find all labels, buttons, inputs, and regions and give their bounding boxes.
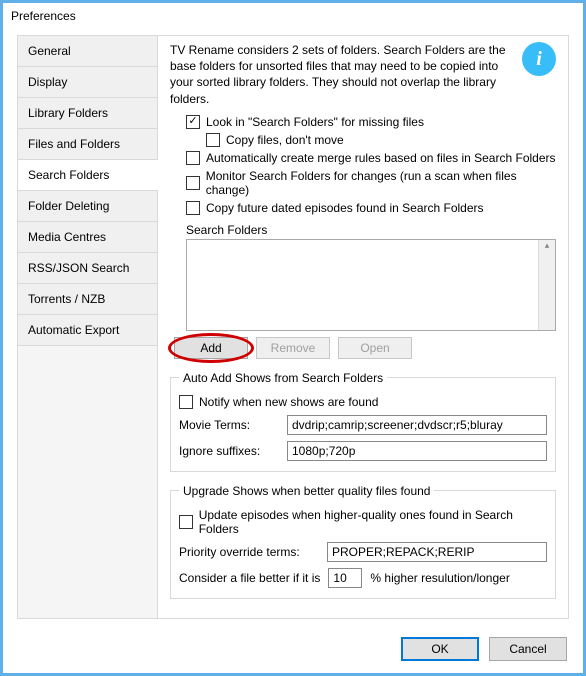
fieldset-auto-add: Auto Add Shows from Search Folders Notif… (170, 371, 556, 472)
checkbox-auto-merge-label: Automatically create merge rules based o… (206, 151, 556, 165)
checkbox-copy-dont-move-label: Copy files, don't move (226, 133, 344, 147)
tab-media-centres[interactable]: Media Centres (18, 222, 157, 253)
legend-upgrade: Upgrade Shows when better quality files … (179, 484, 434, 498)
tab-library-folders[interactable]: Library Folders (18, 98, 157, 129)
checkbox-copy-dont-move[interactable] (206, 133, 220, 147)
remove-button[interactable]: Remove (256, 337, 330, 359)
cancel-button[interactable]: Cancel (489, 637, 567, 661)
tab-strip: General Display Library Folders Files an… (18, 36, 158, 618)
dialog-footer: OK Cancel (401, 637, 567, 661)
tab-search-folders[interactable]: Search Folders (18, 160, 157, 191)
tab-rss-json-search[interactable]: RSS/JSON Search (18, 253, 157, 284)
checkbox-look-in-label: Look in "Search Folders" for missing fil… (206, 115, 424, 129)
checkbox-auto-merge[interactable] (186, 151, 200, 165)
search-folders-label: Search Folders (186, 223, 556, 237)
consider-prefix: Consider a file better if it is (179, 571, 320, 585)
scroll-up-icon[interactable]: ▴ (539, 240, 555, 251)
fieldset-upgrade: Upgrade Shows when better quality files … (170, 484, 556, 599)
pane-search-folders: TV Rename considers 2 sets of folders. S… (158, 36, 568, 618)
checkbox-monitor-label: Monitor Search Folders for changes (run … (206, 169, 556, 197)
legend-auto-add: Auto Add Shows from Search Folders (179, 371, 387, 385)
tab-folder-deleting[interactable]: Folder Deleting (18, 191, 157, 222)
add-button[interactable]: Add (174, 337, 248, 359)
search-folders-list[interactable]: ▴ (186, 239, 556, 331)
checkbox-look-in[interactable] (186, 115, 200, 129)
tab-torrents-nzb[interactable]: Torrents / NZB (18, 284, 157, 315)
checkbox-monitor[interactable] (186, 176, 200, 190)
ignore-suffixes-input[interactable] (287, 441, 547, 461)
priority-label: Priority override terms: (179, 545, 319, 559)
tab-automatic-export[interactable]: Automatic Export (18, 315, 157, 346)
consider-percent-input[interactable] (328, 568, 362, 588)
priority-input[interactable] (327, 542, 547, 562)
scrollbar[interactable]: ▴ (538, 240, 555, 330)
tab-general[interactable]: General (18, 36, 157, 67)
checkbox-notify-new-shows-label: Notify when new shows are found (199, 395, 378, 409)
checkbox-notify-new-shows[interactable] (179, 395, 193, 409)
movie-terms-input[interactable] (287, 415, 547, 435)
info-icon[interactable]: i (522, 42, 556, 76)
window-title: Preferences (3, 3, 583, 29)
tab-display[interactable]: Display (18, 67, 157, 98)
tab-files-and-folders[interactable]: Files and Folders (18, 129, 157, 160)
checkbox-update-episodes[interactable] (179, 515, 193, 529)
open-button[interactable]: Open (338, 337, 412, 359)
consider-suffix: % higher resulution/longer (370, 571, 509, 585)
ok-button[interactable]: OK (401, 637, 479, 661)
checkbox-copy-future[interactable] (186, 201, 200, 215)
checkbox-update-episodes-label: Update episodes when higher-quality ones… (199, 508, 547, 536)
info-text: TV Rename considers 2 sets of folders. S… (170, 42, 514, 107)
ignore-suffixes-label: Ignore suffixes: (179, 444, 279, 458)
movie-terms-label: Movie Terms: (179, 418, 279, 432)
checkbox-copy-future-label: Copy future dated episodes found in Sear… (206, 201, 484, 215)
